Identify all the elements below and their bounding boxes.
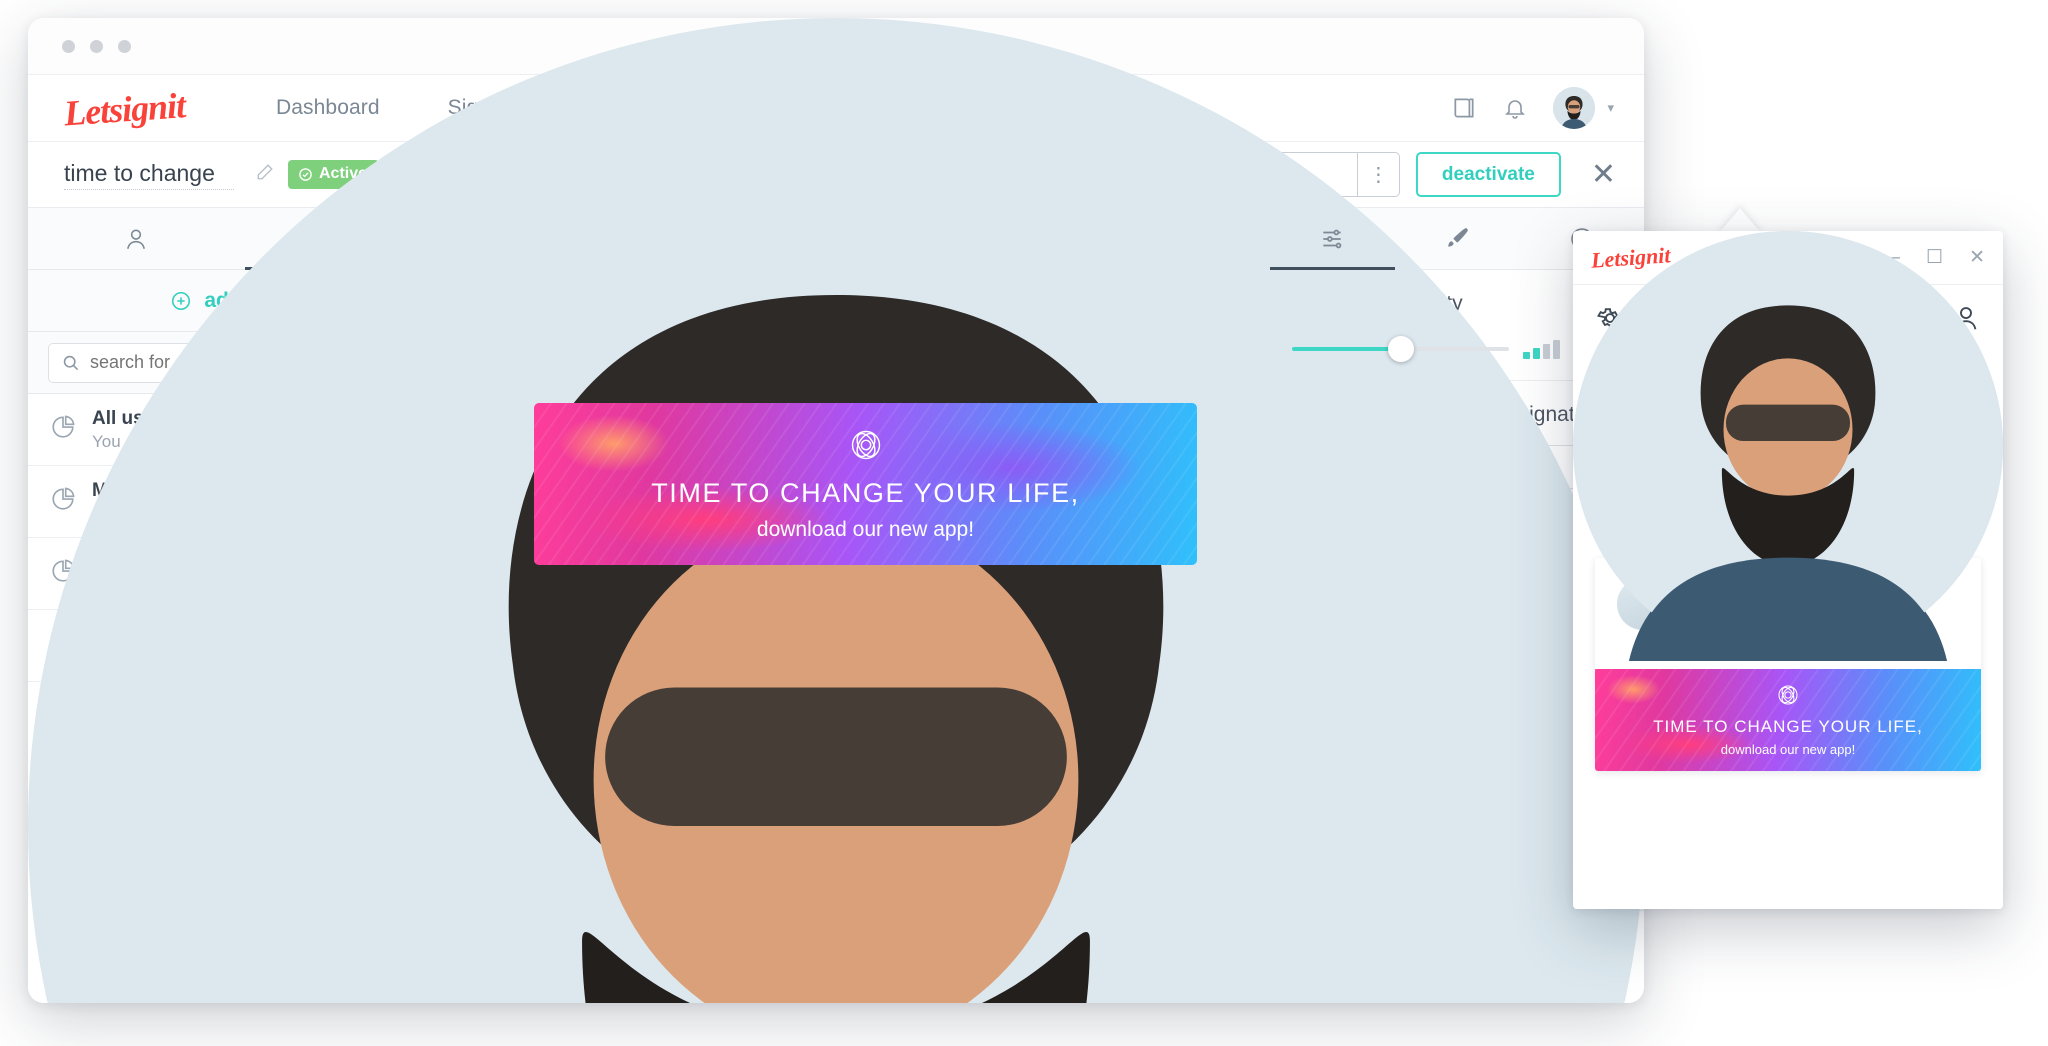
campaign-banner[interactable]: TIME TO CHANGE YOUR LIFE, download our n… xyxy=(534,403,1197,565)
app-campaign-banner[interactable]: TIME TO CHANGE YOUR LIFE, download our n… xyxy=(1595,669,1981,771)
slider-fill xyxy=(1292,347,1400,351)
browser-window: Letsignit Dashboard Signatures Campaigns… xyxy=(28,18,1644,1003)
screenshot-root: Letsignit Dashboard Signatures Campaigns… xyxy=(0,0,2048,1046)
banner-line-2: download our new app! xyxy=(756,517,975,541)
app-banner-line-1: TIME TO CHANGE YOUR LIFE, xyxy=(1653,717,1923,736)
banner-line-1: TIME TO CHANGE YOUR LIFE, xyxy=(651,477,1080,508)
desktop-app-window: Letsignit — ☐ ✕ TIME TO CHANGE YOUR LIFE… xyxy=(1573,231,2003,909)
app-signature-card: JOHN DOE — Project Leader T. +1 212 321 … xyxy=(1573,231,2003,771)
acme-mark-icon xyxy=(848,427,884,468)
app-signature-identity: JOHN DOE — Project Leader T. +1 212 321 … xyxy=(1573,231,2003,661)
signature-editor: JOHN DOE — Project Leader T. +1 212 321 … xyxy=(28,18,1644,1003)
brush-icon xyxy=(1448,227,1468,247)
priority-slider[interactable] xyxy=(1292,336,1509,362)
acme-mark-icon xyxy=(1776,683,1800,712)
tab-design[interactable] xyxy=(1395,208,1520,269)
workspace: add groups All users xyxy=(28,18,1644,1003)
avatar xyxy=(28,18,1644,1003)
tab-settings[interactable] xyxy=(1270,208,1395,270)
app-banner-line-2: download our new app! xyxy=(1720,742,1856,757)
app-signature-inner: JOHN DOE — Project Leader T. +1 212 321 … xyxy=(1573,231,2003,669)
avatar xyxy=(1573,231,2003,661)
signature-preview-card: JOHN DOE — Project Leader T. +1 212 321 … xyxy=(28,18,1644,1003)
sliders-icon xyxy=(1323,229,1342,248)
signature-identity: JOHN DOE — Project Leader T. +1 212 321 … xyxy=(28,18,1644,1003)
slider-knob[interactable] xyxy=(1388,336,1414,362)
